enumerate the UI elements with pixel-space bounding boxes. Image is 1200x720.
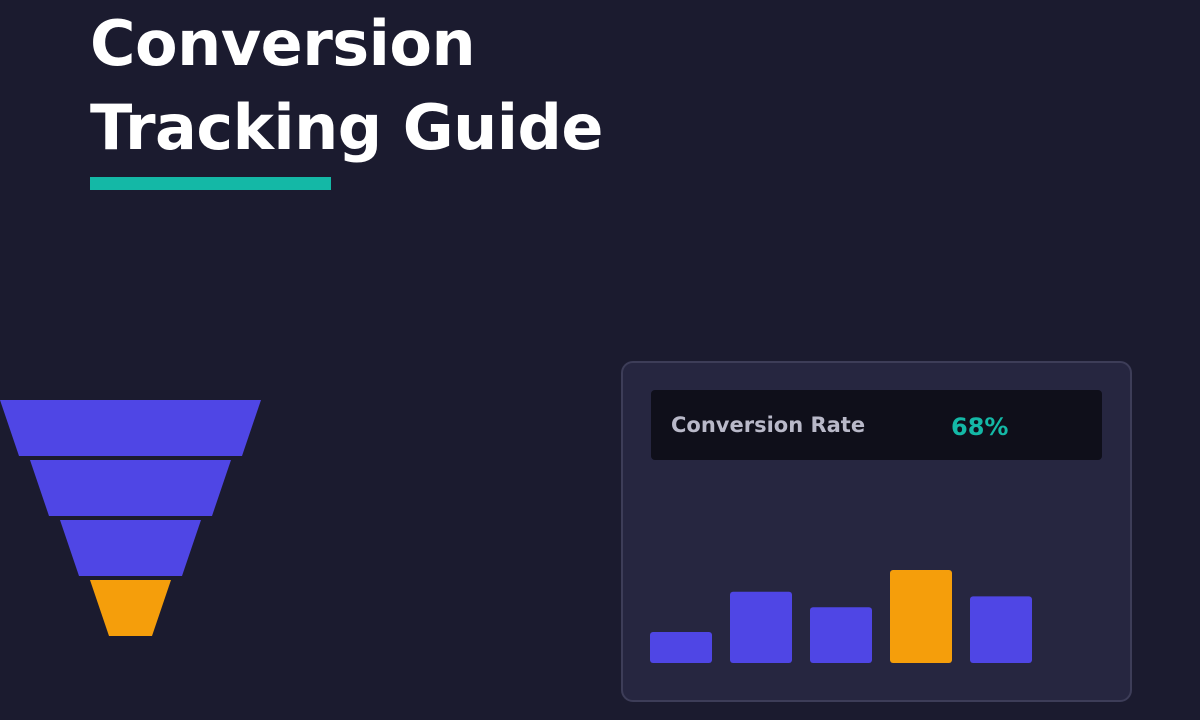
- title-accent-bar: [90, 177, 331, 190]
- title-line-2: Tracking Guide: [90, 91, 603, 164]
- chart-bar-highlighted: [890, 570, 952, 663]
- funnel-stage-4: [90, 580, 171, 636]
- chart-bar: [730, 591, 792, 663]
- bar-chart: [650, 570, 1032, 663]
- conversion-rate-metric: Conversion Rate 68%: [651, 390, 1102, 460]
- funnel-stage-2: [30, 460, 231, 516]
- title-line-1: Conversion: [90, 7, 476, 80]
- funnel-stage-1: [0, 400, 261, 456]
- chart-bar: [810, 607, 872, 663]
- chart-bar: [650, 632, 712, 663]
- page-title: Conversion Tracking Guide: [90, 2, 603, 170]
- chart-bar: [970, 596, 1032, 663]
- metric-label: Conversion Rate: [671, 413, 866, 437]
- stats-card: Conversion Rate 68%: [621, 361, 1132, 702]
- funnel-stage-3: [60, 520, 201, 576]
- metric-value: 68%: [951, 413, 1009, 441]
- funnel-graphic: [0, 400, 261, 636]
